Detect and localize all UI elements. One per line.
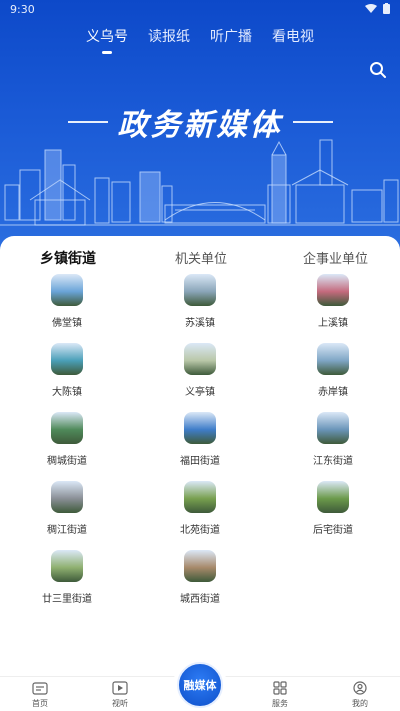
grid-icon [273,681,287,695]
title-line-left [67,121,108,123]
status-time: 9:30 [10,3,35,16]
user-icon [353,681,367,695]
status-icons [365,3,390,14]
tab-tv[interactable]: 看电视 [272,26,314,54]
unit-thumbnail [317,412,349,444]
tab-label: 机关单位 [175,252,228,267]
tab-label: 乡镇街道 [40,251,96,267]
tab-yiwuhao[interactable]: 义乌号 [86,26,128,54]
unit-thumbnail [184,550,216,582]
content-panel: 乡镇街道 机关单位 企事业单位 佛堂镇 苏溪镇 上溪镇 大陈镇 义亭镇 赤岸镇 … [0,236,400,676]
wifi-icon [365,3,377,13]
nav-label: 我的 [352,699,368,708]
unit-item[interactable]: 苏溪镇 [150,274,250,329]
play-icon [112,681,128,695]
nav-services[interactable]: 服务 [250,681,310,709]
unit-name: 义亭镇 [185,387,215,398]
unit-name: 佛堂镇 [52,318,82,329]
unit-thumbnail [184,274,216,306]
unit-item[interactable]: 义亭镇 [150,343,250,398]
title-line-right [292,121,333,123]
unit-name: 赤岸镇 [318,387,348,398]
unit-thumbnail [317,481,349,513]
unit-item[interactable]: 福田街道 [150,412,250,467]
nav-label: 首页 [32,699,48,708]
search-icon [370,62,386,78]
unit-name: 大陈镇 [52,387,82,398]
tab-newspaper[interactable]: 读报纸 [148,26,190,54]
unit-thumbnail [51,481,83,513]
status-bar: 9:30 [0,0,400,20]
unit-item[interactable]: 上溪镇 [283,274,383,329]
unit-name: 稠江街道 [47,525,87,536]
tab-label: 企事业单位 [303,252,369,267]
unit-name: 苏溪镇 [185,318,215,329]
tab-enterprises[interactable]: 企事业单位 [303,248,368,267]
unit-thumbnail [51,550,83,582]
unit-thumbnail [184,343,216,375]
unit-name: 城西街道 [180,594,220,605]
rongmeiti-button[interactable]: 融媒体 [173,658,227,711]
unit-name: 上溪镇 [318,318,348,329]
unit-item[interactable]: 稠江街道 [17,481,117,536]
tab-radio[interactable]: 听广播 [210,26,252,54]
unit-name: 廿三里街道 [42,594,92,605]
unit-item[interactable]: 后宅街道 [283,481,383,536]
nav-video[interactable]: 视听 [90,681,150,709]
news-icon [32,682,48,695]
nav-mine[interactable]: 我的 [330,681,390,709]
unit-name: 江东街道 [313,456,353,467]
unit-item[interactable]: 江东街道 [283,412,383,467]
app-root: 9:30 义乌号 读报纸 听广播 看电视 政务新媒体 乡镇街道 机关单位 企事业… [0,0,400,711]
top-tabs: 义乌号 读报纸 听广播 看电视 [0,26,400,54]
unit-name: 稠城街道 [47,456,87,467]
rongmeiti-label: 融媒体 [183,679,217,692]
unit-item[interactable]: 廿三里街道 [17,550,117,605]
unit-name: 北苑街道 [180,525,220,536]
tab-government-agencies[interactable]: 机关单位 [175,248,227,267]
nav-label: 服务 [272,699,288,708]
unit-item[interactable]: 稠城街道 [17,412,117,467]
header-banner: 9:30 义乌号 读报纸 听广播 看电视 政务新媒体 [0,0,400,255]
unit-item[interactable]: 北苑街道 [150,481,250,536]
tab-towns-streets[interactable]: 乡镇街道 [38,248,96,269]
unit-item[interactable]: 城西街道 [150,550,250,605]
unit-thumbnail [184,481,216,513]
unit-thumbnail [51,343,83,375]
unit-thumbnail [51,412,83,444]
unit-item[interactable]: 大陈镇 [17,343,117,398]
rongmeiti-logo: 融媒体 [177,662,223,708]
battery-icon [383,3,390,14]
unit-name: 福田街道 [180,456,220,467]
unit-item[interactable]: 佛堂镇 [17,274,117,329]
unit-thumbnail [317,274,349,306]
nav-label: 视听 [112,699,128,708]
unit-thumbnail [51,274,83,306]
unit-item[interactable]: 赤岸镇 [283,343,383,398]
category-tabs: 乡镇街道 机关单位 企事业单位 [0,240,400,270]
unit-name: 后宅街道 [313,525,353,536]
nav-home[interactable]: 首页 [10,681,70,709]
search-button[interactable] [368,60,388,80]
unit-thumbnail [184,412,216,444]
unit-thumbnail [317,343,349,375]
